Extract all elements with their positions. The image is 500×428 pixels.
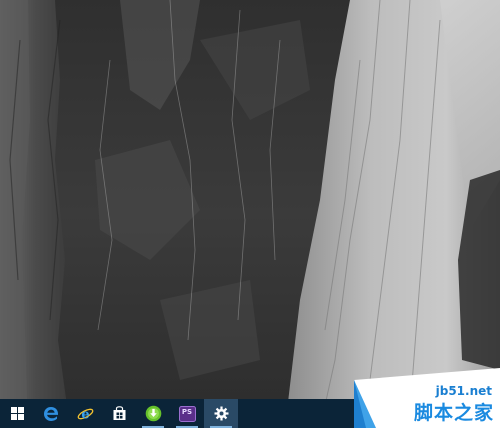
- edge-button[interactable]: [34, 399, 68, 428]
- windows-logo-icon: [10, 407, 24, 420]
- settings-button[interactable]: [204, 399, 238, 428]
- watermark-site: jb51.net: [435, 384, 492, 398]
- store-button[interactable]: [102, 399, 136, 428]
- store-bag-icon: [113, 406, 125, 420]
- photoshop-button[interactable]: PS: [170, 399, 204, 428]
- edge-browser-icon: [44, 406, 58, 421]
- desktop-wallpaper: [0, 0, 500, 428]
- watermark-name: 脚本之家: [413, 402, 494, 424]
- start-button[interactable]: [0, 399, 34, 428]
- desktop: e PS jb51.net 脚本之家: [0, 0, 500, 428]
- ie-button[interactable]: e: [68, 399, 102, 428]
- site-watermark: jb51.net 脚本之家: [354, 368, 500, 428]
- svg-text:e: e: [81, 407, 89, 422]
- gear-icon: [214, 406, 228, 421]
- internet-explorer-icon: e: [77, 407, 93, 422]
- download-app-button[interactable]: [136, 399, 170, 428]
- photoshop-icon-label: PS: [181, 408, 193, 416]
- green-download-icon: [145, 405, 161, 422]
